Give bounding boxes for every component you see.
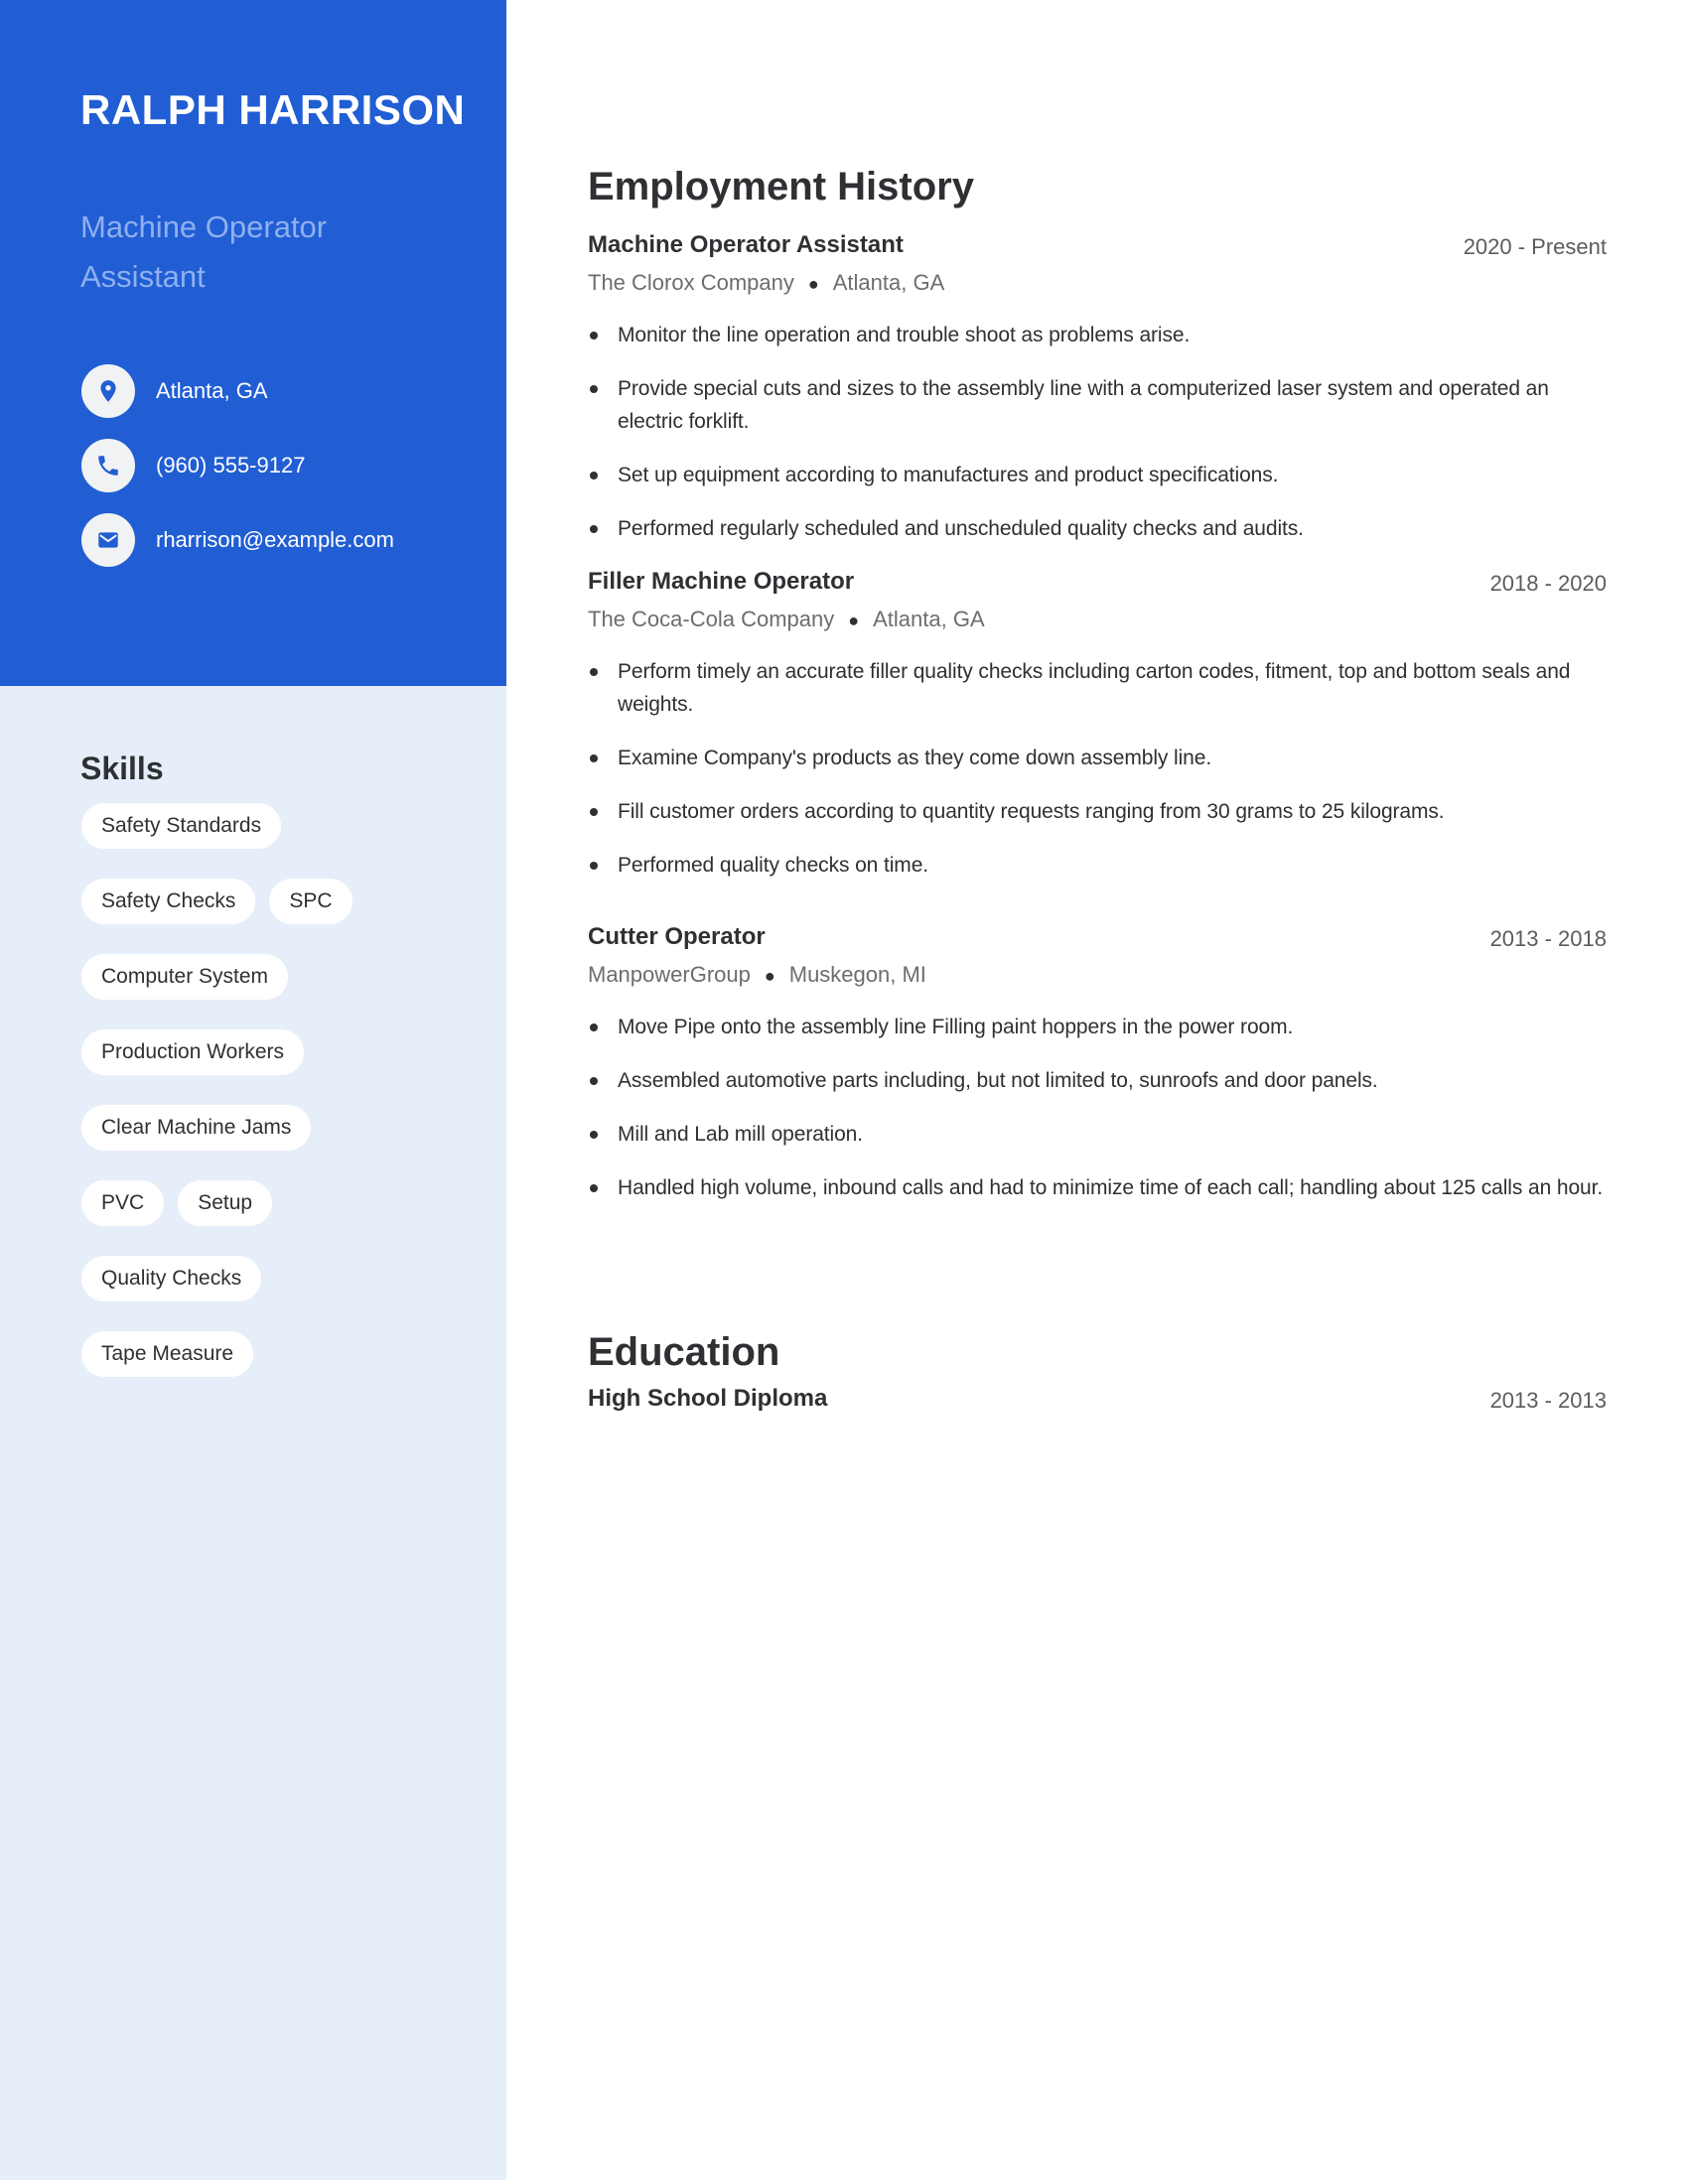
job-bullet: Move Pipe onto the assembly line Filling…	[588, 1011, 1607, 1043]
education-dates: 2013 - 2013	[1489, 1388, 1607, 1413]
skill-pill: PVC	[81, 1180, 165, 1226]
contact-list: Atlanta, GA (960) 555-9127 rharrison@exa…	[81, 364, 394, 588]
phone-icon	[81, 439, 135, 492]
email-text[interactable]: rharrison@example.com	[156, 527, 394, 553]
job-location: Atlanta, GA	[873, 607, 985, 631]
job-bullet: Monitor the line operation and trouble s…	[588, 319, 1607, 351]
job-bullet: Perform timely an accurate filler qualit…	[588, 655, 1607, 721]
candidate-name: RALPH HARRISON	[80, 86, 466, 133]
job-dates: 2013 - 2018	[1489, 926, 1607, 951]
job-company-line: The Coca-Cola Company ● Atlanta, GA	[588, 605, 1607, 635]
skill-pill: Tape Measure	[81, 1331, 254, 1377]
job-header: Machine Operator Assistant 2020 - Presen…	[588, 230, 1607, 260]
phone-text[interactable]: (960) 555-9127	[156, 453, 305, 478]
job-entry: Cutter Operator 2013 - 2018 ManpowerGrou…	[588, 922, 1607, 1225]
job-bullet: Assembled automotive parts including, bu…	[588, 1064, 1607, 1097]
job-company: ManpowerGroup	[588, 962, 751, 987]
job-company-line: ManpowerGroup ● Muskegon, MI	[588, 960, 1607, 991]
job-bullet: Set up equipment according to manufactur…	[588, 459, 1607, 491]
job-bullet: Handled high volume, inbound calls and h…	[588, 1171, 1607, 1204]
job-bullets: Move Pipe onto the assembly line Filling…	[588, 1011, 1607, 1204]
job-company: The Clorox Company	[588, 270, 794, 295]
skill-pill: Production Workers	[81, 1029, 305, 1075]
separator-dot-icon: ●	[807, 274, 819, 294]
job-location: Muskegon, MI	[788, 962, 926, 987]
job-bullet: Examine Company's products as they come …	[588, 742, 1607, 774]
contact-location: Atlanta, GA	[81, 364, 394, 418]
job-bullet: Fill customer orders according to quanti…	[588, 795, 1607, 828]
mail-icon	[81, 513, 135, 567]
job-title: Filler Machine Operator	[588, 568, 855, 595]
job-company-line: The Clorox Company ● Atlanta, GA	[588, 268, 1607, 299]
separator-dot-icon: ●	[764, 966, 775, 986]
skills-heading: Skills	[80, 751, 164, 786]
skill-pill: SPC	[269, 879, 352, 924]
job-entry: Filler Machine Operator 2018 - 2020 The …	[588, 567, 1607, 902]
job-title: Cutter Operator	[588, 923, 766, 950]
job-bullets: Monitor the line operation and trouble s…	[588, 319, 1607, 545]
skills-list: Safety Standards Safety Checks SPC Compu…	[81, 803, 459, 1377]
skill-pill: Clear Machine Jams	[81, 1105, 312, 1151]
job-bullets: Perform timely an accurate filler qualit…	[588, 655, 1607, 882]
contact-phone: (960) 555-9127	[81, 439, 394, 492]
job-bullet: Mill and Lab mill operation.	[588, 1118, 1607, 1151]
job-location: Atlanta, GA	[832, 270, 945, 295]
job-entry: Machine Operator Assistant 2020 - Presen…	[588, 230, 1607, 566]
job-bullet: Performed regularly scheduled and unsche…	[588, 512, 1607, 545]
job-dates: 2018 - 2020	[1489, 571, 1607, 596]
candidate-title: Machine Operator Assistant	[80, 209, 328, 294]
separator-dot-icon: ●	[848, 611, 860, 630]
job-bullet: Provide special cuts and sizes to the as…	[588, 372, 1607, 438]
sidebar-header: RALPH HARRISON Machine Operator Assistan…	[0, 0, 506, 686]
job-header: Cutter Operator 2013 - 2018	[588, 922, 1607, 952]
education-entry: High School Diploma 2013 - 2013	[588, 1384, 1607, 1414]
skill-pill: Quality Checks	[81, 1256, 262, 1301]
education-header: High School Diploma 2013 - 2013	[588, 1384, 1607, 1414]
job-dates: 2020 - Present	[1463, 234, 1607, 259]
job-header: Filler Machine Operator 2018 - 2020	[588, 567, 1607, 597]
location-pin-icon	[81, 364, 135, 418]
skill-pill: Safety Standards	[81, 803, 282, 849]
location-text: Atlanta, GA	[156, 378, 268, 403]
employment-heading: Employment History	[588, 165, 974, 208]
job-bullet: Performed quality checks on time.	[588, 849, 1607, 882]
job-company: The Coca-Cola Company	[588, 607, 835, 631]
job-title: Machine Operator Assistant	[588, 231, 904, 258]
skill-pill: Safety Checks	[81, 879, 256, 924]
skill-pill: Setup	[178, 1180, 273, 1226]
skill-pill: Computer System	[81, 954, 289, 1000]
sidebar: RALPH HARRISON Machine Operator Assistan…	[0, 0, 506, 2180]
education-heading: Education	[588, 1330, 780, 1374]
contact-email: rharrison@example.com	[81, 513, 394, 567]
education-degree: High School Diploma	[588, 1385, 828, 1412]
